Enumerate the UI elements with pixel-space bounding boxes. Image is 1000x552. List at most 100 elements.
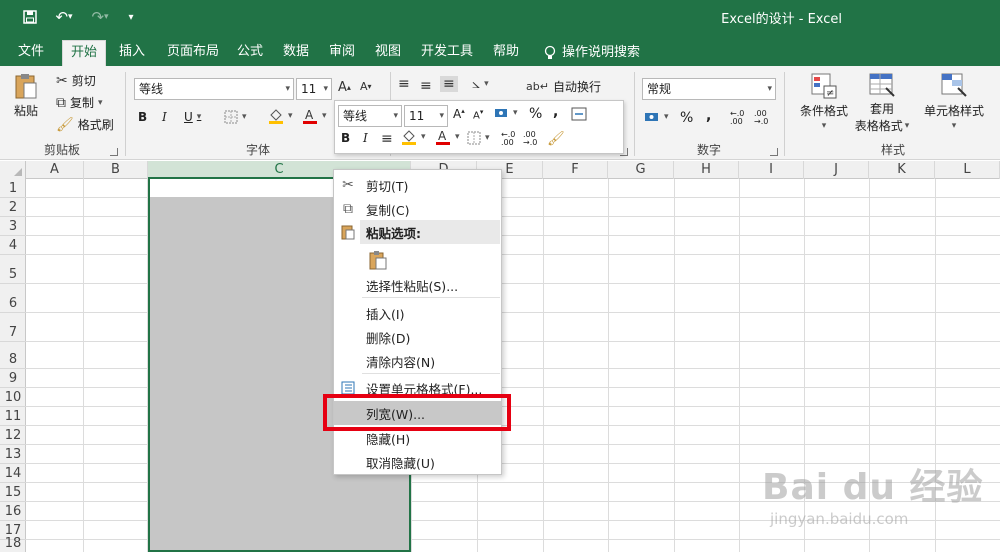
row-header-2[interactable]: 2 (0, 198, 26, 217)
row-header-18[interactable]: 18 (0, 536, 26, 552)
chevron-down-icon: ▾ (951, 121, 957, 131)
row-header-10[interactable]: 10 (0, 388, 26, 407)
column-header-b[interactable]: B (84, 161, 148, 179)
mini-align-button[interactable]: ≡ (381, 131, 393, 147)
grow-font-button[interactable]: A ▴ (338, 80, 351, 95)
format-painter-button[interactable]: 🖌 格式刷 (56, 116, 114, 133)
mini-grow-font-button[interactable]: A▴ (453, 107, 465, 121)
cell-styles-button[interactable]: 单元格样式 ▾ (916, 72, 992, 131)
copy-dropdown-icon[interactable]: ▾ (98, 98, 103, 108)
mini-fill-color-button[interactable]: ▾ (401, 129, 426, 145)
column-header-a[interactable]: A (26, 161, 84, 179)
menu-item-clear-contents[interactable]: 清除内容(N) (334, 349, 501, 373)
tab-view[interactable]: 视图 (368, 40, 408, 66)
mini-font-name-select[interactable]: 等线 ▾ (338, 105, 402, 127)
menu-item-format-cells[interactable]: 设置单元格格式(F)... (334, 376, 501, 400)
decrease-decimal-button[interactable]: .00 →.0 (754, 110, 768, 126)
shrink-font-button[interactable]: A ▾ (360, 80, 372, 93)
number-launcher-icon[interactable] (770, 148, 778, 156)
row-header-6[interactable]: 6 (0, 284, 26, 313)
italic-button[interactable]: I (162, 110, 167, 124)
mini-decrease-decimal-button[interactable]: .00 →.0 (523, 131, 537, 147)
tell-me-search[interactable]: 操作说明搜索 (538, 40, 648, 66)
fill-color-button[interactable]: ▾ (268, 108, 293, 124)
menu-item-unhide[interactable]: 取消隐藏(U) (334, 450, 501, 474)
tab-formulas[interactable]: 公式 (230, 40, 270, 66)
menu-item-insert[interactable]: 插入(I) (334, 301, 501, 325)
tab-help[interactable]: 帮助 (486, 40, 526, 66)
clipboard-launcher-icon[interactable] (110, 148, 118, 156)
font-color-button[interactable]: A ▾ (302, 108, 327, 124)
row-header-3[interactable]: 3 (0, 217, 26, 236)
align-top-button[interactable]: ≡ (398, 76, 410, 92)
column-header-i[interactable]: I (739, 161, 804, 179)
mini-font-size-select[interactable]: 11 ▾ (404, 105, 448, 127)
accounting-icon (495, 107, 509, 119)
tab-file[interactable]: 文件 (10, 40, 52, 66)
menu-item-column-width[interactable]: 列宽(W)... (334, 401, 501, 425)
row-header-5[interactable]: 5 (0, 255, 26, 284)
row-header-1[interactable]: 1 (0, 179, 26, 198)
borders-button[interactable]: ▾ (224, 110, 247, 124)
column-header-f[interactable]: F (543, 161, 608, 179)
number-format-select[interactable]: 常规 ▾ (642, 78, 776, 100)
row-header-7[interactable]: 7 (0, 313, 26, 342)
mini-italic-button[interactable]: I (363, 131, 368, 145)
copy-button[interactable]: ⧉ 复制 ▾ (56, 94, 103, 111)
align-bottom-button[interactable]: ≡ (440, 76, 458, 92)
mini-font-color-button[interactable]: A ▾ (435, 129, 460, 145)
menu-item-copy[interactable]: ⧉ 复制(C) (334, 197, 501, 221)
bold-button[interactable]: B (138, 110, 147, 124)
mini-merge-button[interactable] (571, 107, 587, 121)
tab-page-layout[interactable]: 页面布局 (160, 40, 226, 66)
column-header-k[interactable]: K (869, 161, 935, 179)
column-header-l[interactable]: L (935, 161, 1000, 179)
menu-item-paste-special[interactable]: 选择性粘贴(S)... (334, 273, 501, 297)
cut-button[interactable]: ✂ 剪切 (56, 72, 96, 89)
underline-button[interactable]: U ▾ (184, 110, 201, 124)
column-header-g[interactable]: G (608, 161, 674, 179)
row-header-4[interactable]: 4 (0, 236, 26, 255)
menu-item-cut[interactable]: ✂ 剪切(T) (334, 173, 501, 197)
row-header-11[interactable]: 11 (0, 407, 26, 426)
mini-shrink-font-button[interactable]: A▾ (473, 108, 483, 121)
format-as-table-button[interactable]: 套用 表格格式 ▾ (850, 72, 914, 134)
row-header-16[interactable]: 16 (0, 502, 26, 521)
worksheet-grid[interactable] (26, 179, 1000, 552)
row-header-14[interactable]: 14 (0, 464, 26, 483)
paste-button[interactable]: 粘贴 (14, 72, 38, 119)
tab-home[interactable]: 开始 (62, 40, 106, 66)
tab-data[interactable]: 数据 (276, 40, 316, 66)
wrap-text-button[interactable]: ab↵ 自动换行 (526, 78, 601, 95)
comma-button[interactable]: , (706, 108, 711, 124)
row-header-13[interactable]: 13 (0, 445, 26, 464)
mini-accounting-button[interactable]: ▾ (495, 107, 518, 119)
mini-bold-button[interactable]: B (341, 131, 350, 145)
row-header-12[interactable]: 12 (0, 426, 26, 445)
menu-paste-option-default[interactable] (334, 246, 501, 274)
increase-decimal-button[interactable]: ←.0.00 (730, 110, 744, 126)
select-all-corner[interactable] (0, 161, 26, 179)
mini-percent-button[interactable]: % (529, 106, 542, 122)
conditional-formatting-button[interactable]: ≠ 条件格式 ▾ (792, 72, 856, 131)
mini-format-painter-button[interactable]: 🖌 (547, 131, 565, 147)
column-header-h[interactable]: H (674, 161, 739, 179)
tab-insert[interactable]: 插入 (112, 40, 152, 66)
mini-borders-button[interactable]: ▾ (467, 131, 490, 145)
row-header-8[interactable]: 8 (0, 342, 26, 369)
mini-increase-decimal-button[interactable]: ←.0.00 (501, 131, 515, 147)
row-header-15[interactable]: 15 (0, 483, 26, 502)
menu-item-delete[interactable]: 删除(D) (334, 325, 501, 349)
menu-item-hide[interactable]: 隐藏(H) (334, 426, 501, 450)
tab-review[interactable]: 审阅 (322, 40, 362, 66)
percent-button[interactable]: % (680, 110, 693, 126)
orientation-button[interactable]: ⦣ ▾ (472, 76, 489, 92)
mini-comma-button[interactable]: , (553, 104, 558, 120)
tab-developer[interactable]: 开发工具 (414, 40, 480, 66)
accounting-format-button[interactable]: ▾ (644, 110, 669, 124)
font-size-select[interactable]: 11 ▾ (296, 78, 332, 100)
font-name-select[interactable]: 等线 ▾ (134, 78, 294, 100)
column-header-j[interactable]: J (804, 161, 869, 179)
row-header-9[interactable]: 9 (0, 369, 26, 388)
align-middle-button[interactable]: ≡ (420, 78, 432, 94)
